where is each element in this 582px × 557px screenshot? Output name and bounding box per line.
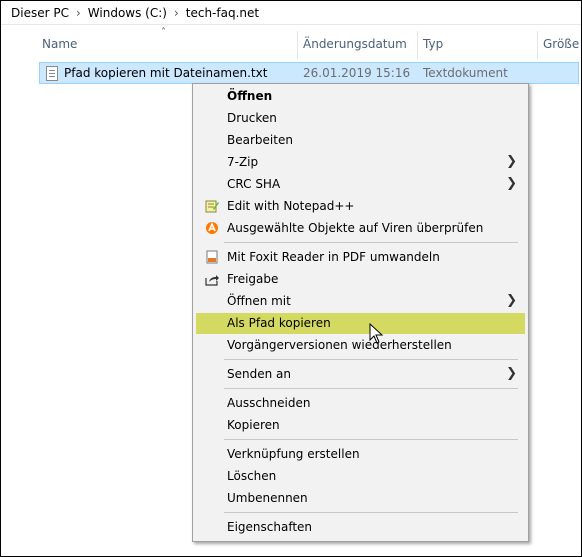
breadcrumb: Dieser PC › Windows (C:) › tech-faq.net	[1, 1, 581, 25]
menu-item-create-shortcut[interactable]: Verknüpfung erstellen	[196, 444, 525, 465]
column-header-date[interactable]: Änderungsdatum	[297, 27, 417, 61]
menu-item-crc-sha[interactable]: CRC SHA ❯	[196, 174, 525, 195]
menu-item-foxit-label: Mit Foxit Reader in PDF umwandeln	[227, 250, 440, 264]
menu-item-restore-versions[interactable]: Vorgängerversionen wiederherstellen	[196, 335, 525, 356]
menu-item-notepad-label: Edit with Notepad++	[227, 199, 355, 213]
menu-separator	[224, 388, 518, 389]
menu-item-print-label: Drucken	[227, 111, 277, 125]
menu-item-edit[interactable]: Bearbeiten	[196, 130, 525, 151]
breadcrumb-separator-icon[interactable]: ›	[73, 6, 84, 20]
menu-separator	[224, 439, 518, 440]
foxit-pdf-icon	[206, 250, 218, 264]
menu-item-edit-label: Bearbeiten	[227, 133, 293, 147]
menu-item-open-with-label: Öffnen mit	[227, 294, 291, 308]
menu-item-7zip-label: 7-Zip	[227, 155, 259, 169]
menu-item-send-to-label: Senden an	[227, 367, 291, 381]
menu-item-properties-label: Eigenschaften	[227, 520, 313, 534]
explorer-window: Dieser PC › Windows (C:) › tech-faq.net …	[0, 0, 582, 557]
avast-icon	[206, 221, 218, 234]
file-row-selected[interactable]: Pfad kopieren mit Dateinamen.txt 26.01.2…	[39, 62, 579, 84]
notepad-plus-icon	[205, 200, 219, 213]
column-header-name-label: Name	[42, 37, 78, 51]
menu-item-open-label: Öffnen	[227, 89, 273, 103]
menu-item-open-with[interactable]: Öffnen mit ❯	[196, 291, 525, 312]
breadcrumb-this-pc[interactable]: Dieser PC	[7, 6, 73, 20]
column-header-type[interactable]: Typ	[417, 27, 537, 61]
breadcrumb-windows-c[interactable]: Windows (C:)	[84, 6, 171, 20]
menu-item-restore-versions-label: Vorgängerversionen wiederherstellen	[227, 338, 452, 352]
menu-item-cut[interactable]: Ausschneiden	[196, 393, 525, 414]
menu-item-print[interactable]: Drucken	[196, 108, 525, 129]
column-header-size-label: Größe	[543, 37, 580, 51]
menu-separator	[224, 512, 518, 513]
menu-item-cut-label: Ausschneiden	[227, 396, 311, 410]
menu-item-crc-sha-label: CRC SHA	[227, 177, 281, 191]
menu-item-open[interactable]: Öffnen	[196, 86, 525, 107]
menu-item-rename-label: Umbenennen	[227, 491, 308, 505]
menu-item-virus-scan-label: Ausgewählte Objekte auf Viren überprüfen	[227, 221, 484, 235]
menu-item-share[interactable]: Freigabe	[196, 269, 525, 290]
menu-item-notepad[interactable]: Edit with Notepad++	[196, 196, 525, 217]
menu-item-copy[interactable]: Kopieren	[196, 415, 525, 436]
column-header-size[interactable]: Größe	[537, 27, 581, 61]
text-file-icon	[46, 66, 58, 81]
file-type: Textdokument	[423, 66, 508, 80]
menu-separator	[224, 359, 518, 360]
chevron-right-icon: ❯	[506, 154, 517, 169]
breadcrumb-separator-icon[interactable]: ›	[171, 6, 182, 20]
menu-item-copy-label: Kopieren	[227, 418, 280, 432]
column-header-name[interactable]: Name	[36, 27, 298, 61]
share-icon	[205, 275, 219, 286]
menu-item-copy-as-path-label: Als Pfad kopieren	[227, 316, 331, 330]
menu-item-foxit[interactable]: Mit Foxit Reader in PDF umwandeln	[196, 247, 525, 268]
file-date: 26.01.2019 15:16	[303, 66, 411, 80]
menu-separator	[224, 242, 518, 243]
menu-item-rename[interactable]: Umbenennen	[196, 488, 525, 509]
context-menu: Öffnen Drucken Bearbeiten 7-Zip ❯ CRC SH…	[192, 83, 529, 542]
breadcrumb-tech-faq[interactable]: tech-faq.net	[182, 6, 263, 20]
file-name: Pfad kopieren mit Dateinamen.txt	[64, 66, 268, 80]
mouse-cursor-icon	[369, 323, 384, 344]
menu-item-share-label: Freigabe	[227, 272, 279, 286]
chevron-right-icon: ❯	[506, 293, 517, 308]
menu-item-create-shortcut-label: Verknüpfung erstellen	[227, 447, 360, 461]
menu-item-virus-scan[interactable]: Ausgewählte Objekte auf Viren überprüfen	[196, 218, 525, 239]
chevron-right-icon: ❯	[506, 176, 517, 191]
menu-item-delete-label: Löschen	[227, 469, 277, 483]
column-header-date-label: Änderungsdatum	[303, 37, 407, 51]
menu-item-copy-as-path[interactable]: Als Pfad kopieren	[196, 313, 525, 334]
chevron-right-icon: ❯	[506, 366, 517, 381]
menu-item-delete[interactable]: Löschen	[196, 466, 525, 487]
menu-item-properties[interactable]: Eigenschaften	[196, 517, 525, 538]
menu-item-send-to[interactable]: Senden an ❯	[196, 364, 525, 385]
column-header-type-label: Typ	[423, 37, 444, 51]
menu-item-7zip[interactable]: 7-Zip ❯	[196, 152, 525, 173]
